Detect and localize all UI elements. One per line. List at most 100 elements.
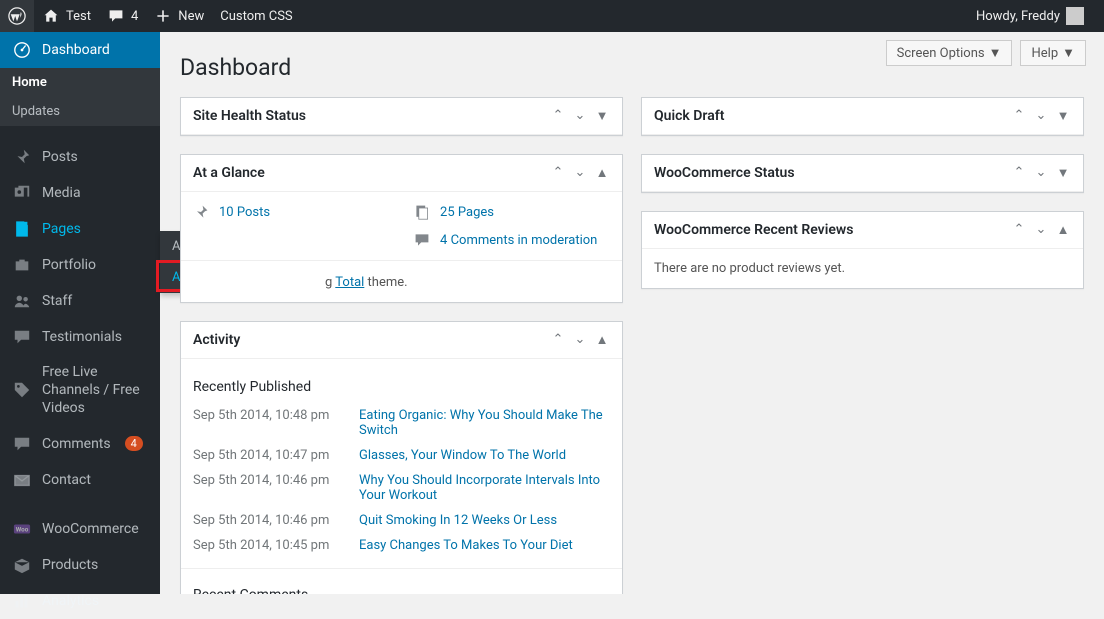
site-name: Test: [66, 9, 91, 24]
sidebar-item-label: Products: [42, 557, 98, 573]
chevron-down-icon[interactable]: ⌄: [572, 165, 588, 181]
activity-row: Sep 5th 2014, 10:46 pmWhy You Should Inc…: [193, 468, 610, 508]
sidebar-item-updates[interactable]: Updates: [0, 97, 160, 126]
activity-post-link[interactable]: Why You Should Incorporate Intervals Int…: [359, 473, 610, 503]
glance-comments-mod[interactable]: 4 Comments in moderation: [414, 232, 597, 248]
glance-pages[interactable]: 25 Pages: [414, 204, 597, 220]
pages-icon: [414, 204, 432, 220]
widget-site-health: Site Health Status ⌃ ⌄ ▼: [180, 97, 623, 136]
sidebar-item-label: Media: [42, 185, 81, 201]
widget-title: WooCommerce Status: [654, 165, 1011, 181]
chevron-up-icon[interactable]: ⌃: [1011, 108, 1027, 124]
activity-row: Sep 5th 2014, 10:45 pmEasy Changes To Ma…: [193, 533, 610, 558]
screen-options-label: Screen Options: [897, 46, 985, 61]
my-account[interactable]: Howdy, Freddy: [968, 0, 1092, 32]
widget-title: WooCommerce Recent Reviews: [654, 222, 1011, 238]
admin-sidebar: Dashboard Home Updates Posts Media Pages…: [0, 32, 160, 594]
activity-row: Sep 5th 2014, 10:48 pm Eating Organic: Wh…: [193, 403, 610, 443]
sidebar-item-label: Pages: [42, 221, 81, 237]
sidebar-item-label: Testimonials: [42, 329, 122, 345]
plus-icon: [154, 7, 172, 25]
activity-row: Sep 5th 2014, 10:47 pmGlasses, Your Wind…: [193, 443, 610, 468]
comments-bubble[interactable]: 4: [99, 0, 146, 32]
sidebar-item-label: Free Live Channels / Free Videos: [42, 363, 148, 418]
chevron-up-icon[interactable]: ⌃: [550, 108, 566, 124]
new-content[interactable]: New: [146, 0, 212, 32]
sidebar-item-woocommerce[interactable]: Woo WooCommerce: [0, 511, 160, 547]
sidebar-item-analytics[interactable]: Analytics: [0, 583, 160, 619]
screen-options-button[interactable]: Screen Options ▼: [886, 40, 1013, 66]
collapse-icon[interactable]: ▼: [1055, 108, 1071, 124]
collapse-icon[interactable]: ▲: [594, 332, 610, 348]
dashboard-icon: [12, 40, 32, 60]
sidebar-item-testimonials[interactable]: Testimonials: [0, 319, 160, 355]
products-icon: [12, 555, 32, 575]
theme-line: g Total theme.: [193, 267, 610, 290]
testimonial-icon: [12, 327, 32, 347]
sidebar-item-staff[interactable]: Staff: [0, 283, 160, 319]
wp-logo[interactable]: [0, 0, 34, 32]
activity-post-link[interactable]: Quit Smoking In 12 Weeks Or Less: [359, 513, 557, 528]
sidebar-item-products[interactable]: Products: [0, 547, 160, 583]
activity-date: Sep 5th 2014, 10:46 pm: [193, 513, 343, 528]
activity-post-link[interactable]: Easy Changes To Makes To Your Diet: [359, 538, 573, 553]
sidebar-item-dashboard[interactable]: Dashboard: [0, 32, 160, 68]
widget-quick-draft: Quick Draft ⌃ ⌄ ▼: [641, 97, 1084, 136]
comment-icon: [107, 7, 125, 25]
comment-icon: [414, 232, 432, 248]
woocommerce-icon: Woo: [12, 519, 32, 539]
chevron-up-icon[interactable]: ⌃: [1011, 165, 1027, 181]
chevron-down-icon[interactable]: ⌄: [572, 108, 588, 124]
sidebar-item-comments[interactable]: Comments 4: [0, 426, 160, 462]
widget-at-a-glance: At a Glance ⌃ ⌄ ▲: [180, 154, 623, 303]
chevron-down-icon[interactable]: ⌄: [572, 332, 588, 348]
comments-badge: 4: [125, 436, 143, 451]
theme-link[interactable]: Total: [335, 275, 364, 290]
activity-post-link[interactable]: Eating Organic: Why You Should Make The …: [359, 408, 610, 438]
tag-icon: [12, 380, 32, 400]
custom-css-link[interactable]: Custom CSS: [212, 0, 300, 32]
sidebar-item-label: Posts: [42, 149, 78, 165]
chevron-down-icon[interactable]: ⌄: [1033, 222, 1049, 238]
new-label: New: [178, 9, 204, 24]
glance-posts[interactable]: 10 Posts: [193, 204, 270, 220]
chevron-up-icon[interactable]: ⌃: [550, 332, 566, 348]
activity-recent-comments-heading: Recent Comments: [193, 579, 610, 594]
pin-icon: [193, 204, 211, 220]
mail-icon: [12, 470, 32, 490]
chevron-up-icon[interactable]: ⌃: [1011, 222, 1027, 238]
sidebar-item-contact[interactable]: Contact: [0, 462, 160, 498]
avatar: [1066, 7, 1084, 25]
sidebar-item-label: Portfolio: [42, 257, 96, 273]
chevron-down-icon[interactable]: ⌄: [1033, 165, 1049, 181]
widget-woo-status: WooCommerce Status ⌃ ⌄ ▼: [641, 154, 1084, 193]
widget-title: Activity: [193, 332, 550, 348]
activity-post-link[interactable]: Glasses, Your Window To The World: [359, 448, 566, 463]
sidebar-item-posts[interactable]: Posts: [0, 139, 160, 175]
sidebar-item-pages[interactable]: Pages: [0, 211, 160, 247]
help-button[interactable]: Help ▼: [1020, 40, 1086, 66]
collapse-icon[interactable]: ▲: [1055, 222, 1071, 238]
activity-date: Sep 5th 2014, 10:48 pm: [193, 408, 343, 438]
widget-activity: Activity ⌃ ⌄ ▲ Recently Published Sep 5t…: [180, 321, 623, 594]
custom-css-label: Custom CSS: [220, 9, 292, 24]
sidebar-item-portfolio[interactable]: Portfolio: [0, 247, 160, 283]
sidebar-item-free-channels[interactable]: Free Live Channels / Free Videos: [0, 355, 160, 426]
chevron-down-icon[interactable]: ⌄: [1033, 108, 1049, 124]
site-link[interactable]: Test: [34, 0, 99, 32]
sidebar-item-label: WooCommerce: [42, 521, 139, 537]
collapse-icon[interactable]: ▼: [1055, 165, 1071, 181]
sidebar-item-home[interactable]: Home: [0, 68, 160, 97]
chevron-down-icon: ▼: [1062, 45, 1075, 61]
woo-reviews-body: There are no product reviews yet.: [642, 249, 1083, 288]
sidebar-item-label: Staff: [42, 293, 72, 309]
admin-bar: Test 4 New Custom CSS Howdy, Freddy: [0, 0, 1104, 32]
sidebar-item-media[interactable]: Media: [0, 175, 160, 211]
collapse-icon[interactable]: ▲: [594, 165, 610, 181]
media-icon: [12, 183, 32, 203]
collapse-icon[interactable]: ▼: [594, 108, 610, 124]
comments-count: 4: [131, 9, 138, 24]
pages-icon: [12, 219, 32, 239]
chevron-down-icon: ▼: [989, 45, 1002, 61]
chevron-up-icon[interactable]: ⌃: [550, 165, 566, 181]
